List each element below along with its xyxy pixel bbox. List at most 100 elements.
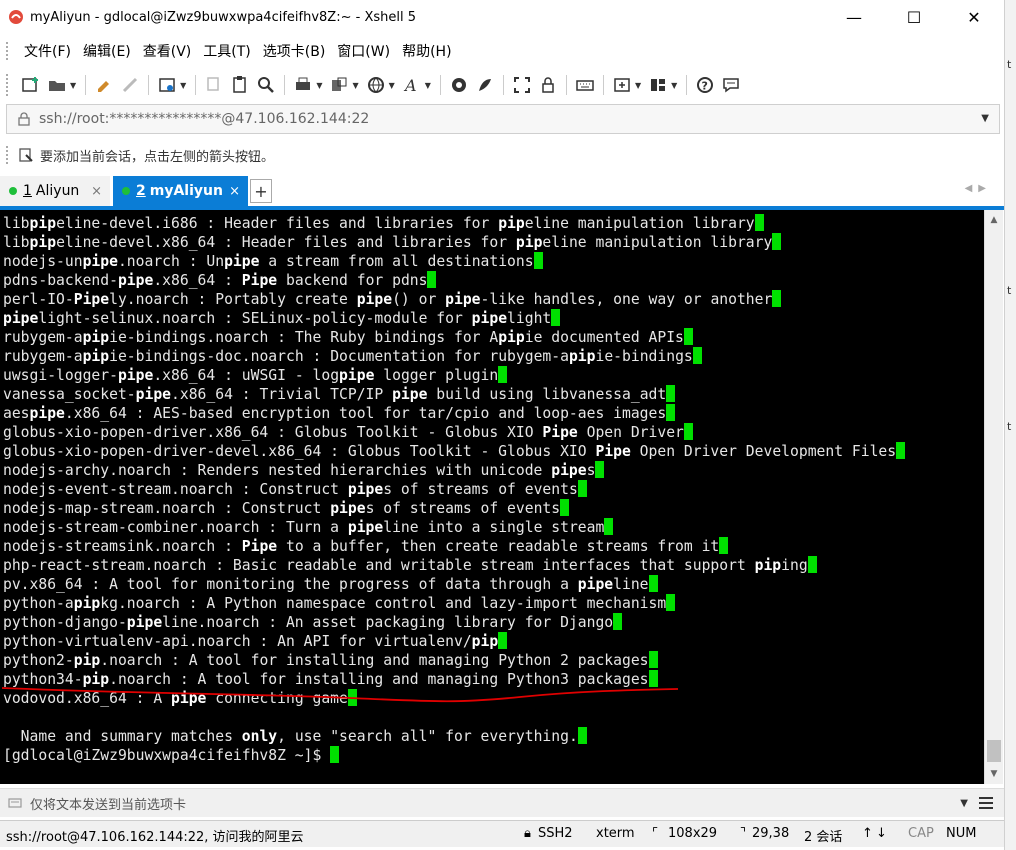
terminal-cursor bbox=[896, 442, 906, 459]
menubar-grip[interactable] bbox=[6, 42, 12, 60]
address-lock-icon bbox=[18, 112, 30, 126]
toolbar: ▼ ▼ ▼ ▼ ▼ A ▼ ▼ ▼ ? bbox=[0, 68, 1004, 102]
edge-char: t bbox=[1007, 284, 1012, 297]
tab-number: 1 bbox=[23, 183, 32, 199]
maximize-button[interactable]: ☐ bbox=[884, 0, 944, 34]
terminal-cursor bbox=[772, 290, 782, 307]
find-icon[interactable] bbox=[255, 74, 277, 96]
add-tab-button[interactable]: + bbox=[250, 179, 272, 203]
properties-dropdown-icon[interactable]: ▼ bbox=[180, 81, 186, 90]
status-term-type: xterm bbox=[596, 826, 635, 841]
address-dropdown-icon[interactable]: ▼ bbox=[981, 113, 989, 124]
status-connection: ssh://root@47.106.162.144:22, 访问我的阿里云 bbox=[6, 830, 304, 845]
status-session-count: 2 会话 bbox=[804, 830, 843, 845]
cursor-pos-icon: ⌝ bbox=[740, 826, 747, 841]
new-session-icon[interactable] bbox=[20, 74, 42, 96]
terminal-cursor bbox=[754, 214, 764, 231]
xmanager-icon[interactable] bbox=[474, 74, 496, 96]
layout-dropdown-icon[interactable]: ▼ bbox=[671, 81, 677, 90]
edge-char: t bbox=[1007, 420, 1012, 433]
terminal-scrollbar[interactable]: ▲ ▼ bbox=[984, 210, 1003, 784]
tab-scroll-arrows[interactable]: ◀▶ bbox=[965, 183, 992, 194]
toolbar-separator bbox=[148, 75, 150, 95]
status-protocol: SSH2 bbox=[538, 826, 573, 841]
address-input[interactable]: ssh://root:****************@47.106.162.1… bbox=[39, 111, 369, 127]
menu-window[interactable]: 窗口(W) bbox=[331, 41, 396, 61]
session-hint-text: 要添加当前会话，点击左侧的箭头按钮。 bbox=[40, 149, 275, 165]
menu-tools[interactable]: 工具(T) bbox=[197, 41, 256, 61]
print-icon[interactable] bbox=[292, 74, 314, 96]
new-tab-icon[interactable] bbox=[611, 74, 633, 96]
hintbar-grip[interactable] bbox=[6, 146, 12, 164]
toolbar-separator bbox=[502, 75, 504, 95]
tab-close-icon[interactable]: × bbox=[91, 184, 102, 199]
help-icon[interactable]: ? bbox=[694, 74, 716, 96]
transfer-dropdown-icon[interactable]: ▼ bbox=[352, 81, 358, 90]
toolbar-separator bbox=[195, 75, 197, 95]
toolbar-separator bbox=[439, 75, 441, 95]
status-down-arrow-icon: ↓ bbox=[876, 826, 887, 841]
svg-text:A: A bbox=[403, 76, 417, 95]
session-tabs: 1 Aliyun × 2 myAliyun × + ◀▶ bbox=[0, 176, 1004, 210]
menu-tabs[interactable]: 选项卡(B) bbox=[257, 41, 332, 61]
keyboard-icon[interactable] bbox=[574, 74, 596, 96]
status-bar: ssh://root@47.106.162.144:22, 访问我的阿里云 🔒︎… bbox=[0, 820, 1004, 847]
toolbar-grip[interactable] bbox=[6, 74, 12, 96]
new-tab-dropdown-icon[interactable]: ▼ bbox=[635, 81, 641, 90]
xftp-icon[interactable] bbox=[448, 74, 470, 96]
window-title: myAliyun - gdlocal@iZwz9buwxwpa4cifeifhv… bbox=[30, 9, 416, 25]
connected-status-dot bbox=[9, 187, 17, 195]
toolbar-separator bbox=[284, 75, 286, 95]
font-icon[interactable]: A bbox=[401, 74, 423, 96]
tab-close-icon[interactable]: × bbox=[229, 184, 240, 199]
tab-aliyun[interactable]: 1 Aliyun × bbox=[0, 176, 110, 206]
tab-label: myAliyun bbox=[149, 183, 223, 199]
xshell-app-icon bbox=[9, 10, 23, 24]
menu-help[interactable]: 帮助(H) bbox=[396, 41, 457, 61]
toolbar-separator bbox=[602, 75, 604, 95]
compose-dropdown-icon[interactable]: ▼ bbox=[960, 798, 968, 809]
close-button[interactable]: ✕ bbox=[944, 0, 1004, 34]
open-dropdown-icon[interactable]: ▼ bbox=[70, 81, 76, 90]
layout-icon[interactable] bbox=[647, 74, 669, 96]
fullscreen-icon[interactable] bbox=[511, 74, 533, 96]
tab-number: 2 bbox=[136, 183, 146, 199]
transfer-icon[interactable] bbox=[328, 74, 350, 96]
status-num-lock: NUM bbox=[946, 826, 977, 841]
font-dropdown-icon[interactable]: ▼ bbox=[425, 81, 431, 90]
tab-label: Aliyun bbox=[35, 183, 80, 199]
toolbar-separator bbox=[565, 75, 567, 95]
title-bar: myAliyun - gdlocal@iZwz9buwxwpa4cifeifhv… bbox=[0, 0, 1004, 34]
add-session-arrow-icon[interactable] bbox=[18, 147, 34, 163]
reconnect-icon[interactable] bbox=[93, 74, 115, 96]
globe-icon[interactable] bbox=[365, 74, 387, 96]
tab-myaliyun[interactable]: 2 myAliyun × bbox=[113, 176, 248, 206]
menu-view[interactable]: 查看(V) bbox=[137, 41, 198, 61]
print-dropdown-icon[interactable]: ▼ bbox=[316, 81, 322, 90]
disconnect-icon[interactable] bbox=[119, 74, 141, 96]
open-folder-icon[interactable] bbox=[46, 74, 68, 96]
menu-file[interactable]: 文件(F) bbox=[18, 41, 77, 61]
connected-status-dot bbox=[122, 187, 130, 195]
compose-bar[interactable]: 仅将文本发送到当前选项卡 ▼ bbox=[0, 788, 1004, 817]
toolbar-separator bbox=[85, 75, 87, 95]
paste-icon[interactable] bbox=[229, 74, 251, 96]
globe-dropdown-icon[interactable]: ▼ bbox=[389, 81, 395, 90]
chat-icon[interactable] bbox=[720, 74, 742, 96]
red-underline-annotation bbox=[1, 687, 679, 703]
lock-icon[interactable] bbox=[537, 74, 559, 96]
scroll-down-icon[interactable]: ▼ bbox=[985, 766, 1003, 782]
minimize-button[interactable]: — bbox=[824, 0, 884, 34]
properties-icon[interactable] bbox=[156, 74, 178, 96]
menu-edit[interactable]: 编辑(E) bbox=[77, 41, 137, 61]
menu-bar: 文件(F) 编辑(E) 查看(V) 工具(T) 选项卡(B) 窗口(W) 帮助(… bbox=[0, 38, 1004, 64]
terminal-cursor bbox=[772, 233, 782, 250]
copy-icon[interactable] bbox=[203, 74, 225, 96]
toolbar-separator bbox=[686, 75, 688, 95]
status-up-arrow-icon: ↑ bbox=[862, 826, 873, 841]
hamburger-menu-icon[interactable] bbox=[978, 796, 994, 810]
scrollbar-thumb[interactable] bbox=[987, 740, 1001, 762]
terminal-output[interactable]: libpipeline-devel.i686 : Header files an… bbox=[0, 210, 984, 784]
scroll-up-icon[interactable]: ▲ bbox=[985, 212, 1003, 228]
address-bar[interactable]: ssh://root:****************@47.106.162.1… bbox=[6, 104, 1000, 134]
